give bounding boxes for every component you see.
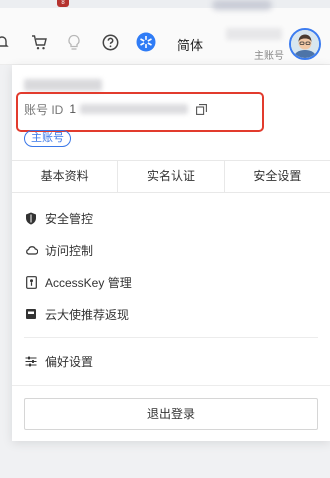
cart-icon[interactable] <box>30 32 48 52</box>
preferences-section: 偏好设置 <box>12 345 330 377</box>
app-launcher-icon[interactable] <box>135 32 157 52</box>
top-navigation-bar: 8 简体 主账号 <box>0 0 330 65</box>
sliders-icon <box>24 354 38 368</box>
blurred-account-name <box>24 79 102 91</box>
footer-divider <box>12 385 330 386</box>
menu-item-preferences[interactable]: 偏好设置 <box>12 345 330 377</box>
browser-top-edge <box>0 0 330 8</box>
main-account-badge: 主账号 <box>24 130 71 147</box>
cloud-icon <box>24 243 38 257</box>
gift-icon <box>24 307 38 321</box>
lightbulb-icon[interactable] <box>66 32 82 52</box>
shield-icon <box>24 211 38 225</box>
user-info[interactable]: 主账号 <box>222 26 288 62</box>
blurred-user-name <box>226 28 282 40</box>
logout-button[interactable]: 退出登录 <box>24 398 318 430</box>
menu-item-accesskey[interactable]: AccessKey 管理 <box>12 266 330 298</box>
key-icon <box>24 275 38 289</box>
notification-badge: 8 <box>57 0 69 7</box>
tab-security-settings[interactable]: 安全设置 <box>223 161 330 192</box>
user-avatar-icon <box>291 30 319 58</box>
menu-item-access-control[interactable]: 访问控制 <box>12 234 330 266</box>
menu-divider <box>24 337 318 338</box>
blurred-top-element <box>212 0 272 10</box>
avatar[interactable] <box>289 28 321 60</box>
help-icon[interactable] <box>101 32 119 52</box>
menu-item-label: 云大使推荐返现 <box>45 307 130 322</box>
user-role-label: 主账号 <box>254 51 284 62</box>
menu-item-label: 偏好设置 <box>45 354 94 369</box>
menu-item-referral-cashback[interactable]: 云大使推荐返现 <box>12 298 330 330</box>
account-menu: 安全管控 访问控制 AccessKey 管理 云大使推荐返现 <box>12 202 330 330</box>
account-dropdown-panel: 账号 ID 1 主账号 基本资料 实名认证 安全设置 安全管控 访问控制 Acc… <box>12 65 330 441</box>
highlight-annotation-box <box>16 92 264 132</box>
language-switch[interactable]: 简体 <box>177 35 203 54</box>
tab-basic-info[interactable]: 基本资料 <box>12 161 117 192</box>
menu-item-label: 安全管控 <box>45 211 94 226</box>
menu-item-label: AccessKey 管理 <box>45 275 132 290</box>
menu-item-security-control[interactable]: 安全管控 <box>12 202 330 234</box>
menu-item-label: 访问控制 <box>45 243 94 258</box>
bell-icon[interactable] <box>0 32 10 52</box>
account-tabs: 基本资料 实名认证 安全设置 <box>12 160 330 193</box>
tab-real-name-auth[interactable]: 实名认证 <box>117 161 223 192</box>
